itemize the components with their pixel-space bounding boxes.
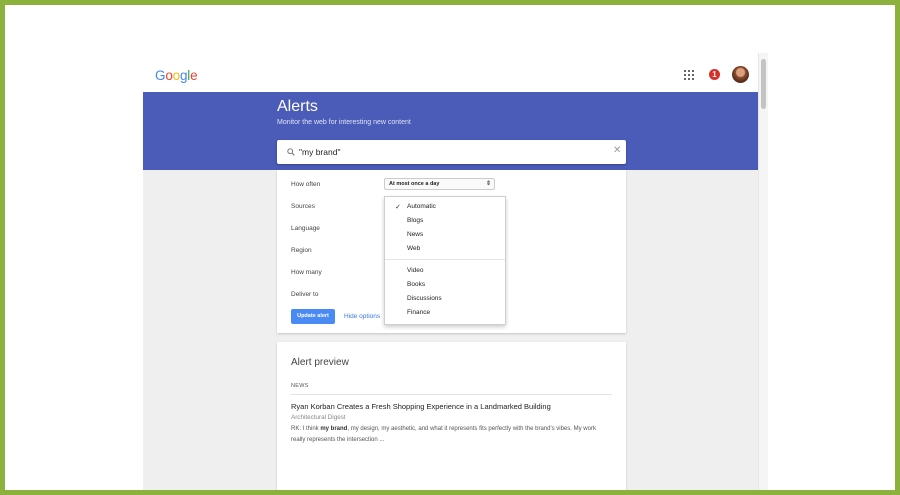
snippet-highlight: my brand [320,426,348,432]
page-subtitle: Monitor the web for interesting new cont… [277,119,411,126]
page-scrollbar[interactable] [758,53,768,490]
dropdown-divider [385,259,505,260]
sources-dropdown-menu: ✓ Automatic Blogs News Web Video Books D… [384,196,506,325]
logo-letter: o [165,68,173,83]
select-arrows-icon: ⇕ [485,181,491,187]
how-many-label: How many [291,269,322,276]
search-query-text[interactable]: "my brand" [299,147,340,157]
preview-article-headline[interactable]: Ryan Korban Creates a Fresh Shopping Exp… [291,402,551,411]
how-often-select[interactable]: At most once a day ⇕ [384,178,495,190]
section-divider [291,394,612,395]
sources-option-news[interactable]: News [407,231,423,238]
account-avatar[interactable] [732,66,749,83]
scrollbar-thumb[interactable] [761,59,766,109]
sources-option-finance[interactable]: Finance [407,309,430,316]
how-often-value: At most once a day [389,181,440,187]
sources-label: Sources [291,203,315,210]
search-icon [287,148,295,156]
alert-preview-panel: Alert preview NEWS Ryan Korban Creates a… [277,342,626,490]
preview-title: Alert preview [291,357,349,368]
how-often-label: How often [291,181,321,188]
logo-letter: e [190,68,198,83]
region-label: Region [291,247,312,254]
sources-option-blogs[interactable]: Blogs [407,217,423,224]
logo-letter: G [155,68,166,83]
hide-options-link[interactable]: Hide options [344,313,380,320]
page-title: Alerts [277,98,318,115]
sources-option-automatic[interactable]: Automatic [407,203,436,210]
close-icon[interactable]: ✕ [613,146,621,156]
alert-query-input[interactable]: "my brand" ✕ [277,140,626,164]
preview-section-label: NEWS [291,383,309,389]
sources-option-discussions[interactable]: Discussions [407,295,442,302]
page-frame: Google 1 Alerts Monitor the web for inte… [0,0,900,495]
apps-grid-icon[interactable] [684,70,694,80]
top-bar: Google 1 [138,53,758,92]
preview-article-snippet: RK: I think my brand, my design, my aest… [291,424,611,446]
sources-option-web[interactable]: Web [407,245,420,252]
logo-letter: g [179,68,188,83]
logo-letter: o [172,68,181,83]
preview-article-source: Architectural Digest [291,414,346,421]
google-logo[interactable]: Google [155,68,198,83]
update-alert-button[interactable]: Update alert [291,309,335,324]
sources-option-video[interactable]: Video [407,267,424,274]
sources-option-books[interactable]: Books [407,281,425,288]
deliver-to-label: Deliver to [291,291,319,298]
language-label: Language [291,225,320,232]
checkmark-icon: ✓ [395,204,401,211]
browser-viewport: Google 1 Alerts Monitor the web for inte… [138,53,768,490]
notification-badge[interactable]: 1 [709,69,720,80]
snippet-text: RK: I think [291,426,321,432]
